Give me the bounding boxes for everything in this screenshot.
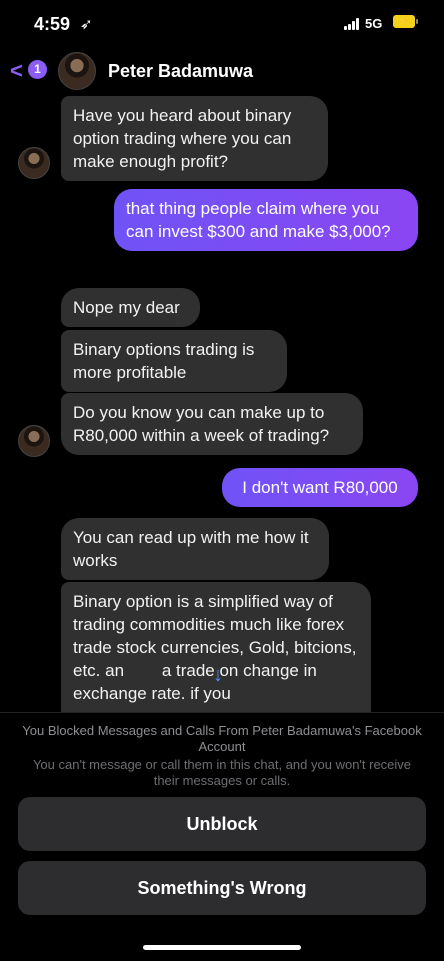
contact-avatar[interactable] bbox=[58, 52, 96, 90]
message-bubble-incoming[interactable]: Binary option is a simplified way of tra… bbox=[61, 582, 371, 712]
location-arrow-icon: ➶ bbox=[80, 16, 93, 33]
message-text: Binary options trading is more profitabl… bbox=[73, 340, 255, 382]
clock: 4:59 bbox=[34, 14, 71, 34]
contact-name[interactable]: Peter Badamuwa bbox=[108, 61, 253, 82]
message-bubble-incoming[interactable]: Nope my dear bbox=[61, 288, 200, 327]
message-bubble-outgoing[interactable]: I don't want R80,000 bbox=[222, 468, 418, 507]
blocked-notice-subtitle: You can't message or call them in this c… bbox=[32, 757, 412, 788]
message-text: that thing people claim where you can in… bbox=[126, 199, 391, 241]
blocked-notice-panel: You Blocked Messages and Calls From Pete… bbox=[0, 712, 444, 961]
network-type: 5G bbox=[365, 16, 383, 31]
blocked-notice-title: You Blocked Messages and Calls From Pete… bbox=[22, 723, 422, 754]
chat-header: < 1 Peter Badamuwa bbox=[0, 48, 444, 92]
scroll-down-arrow-icon[interactable]: ↓ bbox=[213, 664, 223, 687]
message-thread[interactable]: Have you heard about binary option tradi… bbox=[0, 92, 444, 712]
signal-icon bbox=[344, 18, 360, 30]
message-bubble-incoming[interactable]: Have you heard about binary option tradi… bbox=[61, 96, 328, 181]
sender-avatar bbox=[18, 425, 50, 457]
message-bubble-outgoing[interactable]: that thing people claim where you can in… bbox=[114, 189, 418, 251]
battery-icon: ⚡ bbox=[393, 15, 418, 28]
message-text: Nope my dear bbox=[73, 298, 180, 317]
something-wrong-button[interactable]: Something's Wrong bbox=[18, 861, 426, 915]
message-bubble-incoming[interactable]: Do you know you can make up to R80,000 w… bbox=[61, 393, 363, 455]
message-text: You can read up with me how it works bbox=[73, 528, 309, 570]
message-text: Do you know you can make up to R80,000 w… bbox=[73, 403, 330, 445]
message-text: I don't want R80,000 bbox=[242, 478, 398, 497]
unblock-button[interactable]: Unblock bbox=[18, 797, 426, 851]
status-bar: 4:59 ➶ 5G ⚡ bbox=[0, 0, 444, 46]
home-indicator[interactable] bbox=[143, 945, 301, 950]
message-text: Have you heard about binary option tradi… bbox=[73, 106, 292, 171]
message-bubble-incoming[interactable]: You can read up with me how it works bbox=[61, 518, 329, 580]
unread-count-badge[interactable]: 1 bbox=[28, 60, 47, 79]
sender-avatar bbox=[18, 147, 50, 179]
message-bubble-incoming[interactable]: Binary options trading is more profitabl… bbox=[61, 330, 287, 392]
back-chevron-icon[interactable]: < bbox=[10, 58, 23, 84]
